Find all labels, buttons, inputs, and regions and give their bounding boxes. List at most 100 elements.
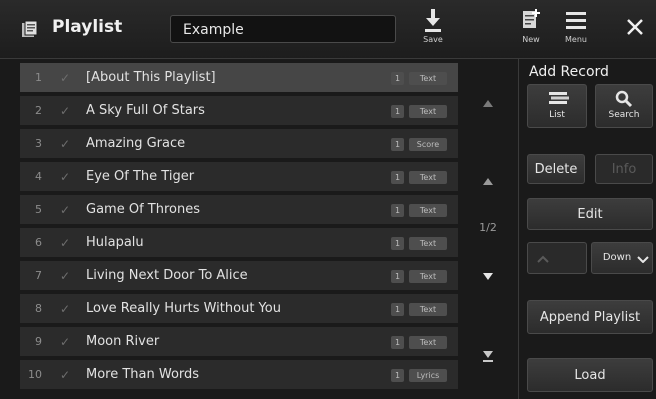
record-count-badge: 1	[391, 336, 404, 349]
list-item[interactable]: 9 ✓ Moon River 1 Text	[20, 327, 458, 358]
check-icon: ✓	[60, 368, 71, 382]
row-number: 1	[35, 71, 42, 84]
type-badge: Score	[409, 138, 447, 151]
row-title: Eye Of The Tiger	[86, 169, 195, 184]
list-item[interactable]: 1 ✓ [About This Playlist] 1 Text	[20, 63, 458, 94]
delete-button[interactable]: Delete	[527, 154, 585, 184]
check-icon: ✓	[60, 203, 71, 217]
check-icon: ✓	[60, 104, 71, 118]
save-button[interactable]: Save	[418, 8, 448, 44]
row-number: 8	[35, 302, 42, 315]
record-count-badge: 1	[391, 204, 404, 217]
delete-label: Delete	[534, 162, 578, 177]
type-badge: Text	[409, 204, 447, 217]
list-item[interactable]: 6 ✓ Hulapalu 1 Text	[20, 228, 458, 259]
page-up-icon[interactable]	[466, 175, 510, 187]
row-title: Amazing Grace	[86, 136, 186, 151]
side-panel: Add Record List Search Delete Info Edit …	[518, 58, 656, 399]
check-icon: ✓	[60, 137, 71, 151]
row-title: Love Really Hurts Without You	[86, 301, 281, 316]
edit-label: Edit	[577, 207, 603, 222]
record-count-badge: 1	[391, 369, 404, 382]
list-icon	[549, 92, 569, 104]
top-bar: Playlist Example Save New Menu	[0, 0, 656, 59]
check-icon: ✓	[60, 335, 71, 349]
row-number: 10	[28, 368, 42, 381]
new-button[interactable]: New	[519, 8, 543, 44]
record-count-badge: 1	[391, 138, 404, 151]
row-number: 5	[35, 203, 42, 216]
row-title: Moon River	[86, 334, 160, 349]
check-icon: ✓	[60, 71, 71, 85]
info-label: Info	[611, 162, 637, 177]
row-title: A Sky Full Of Stars	[86, 103, 205, 118]
type-badge: Text	[409, 237, 447, 250]
load-label: Load	[574, 368, 606, 383]
row-title: Hulapalu	[86, 235, 144, 250]
record-count-badge: 1	[391, 105, 404, 118]
type-badge: Text	[409, 303, 447, 316]
append-playlist-button[interactable]: Append Playlist	[527, 300, 653, 334]
playlist-list: 1 ✓ [About This Playlist] 1 Text 2 ✓ A S…	[20, 63, 458, 393]
close-icon[interactable]	[622, 14, 648, 40]
page-indicator: 1/2	[479, 221, 497, 234]
row-title: [About This Playlist]	[86, 70, 216, 85]
row-number: 6	[35, 236, 42, 249]
row-title: More Than Words	[86, 367, 200, 382]
check-icon: ✓	[60, 269, 71, 283]
save-icon	[425, 9, 441, 32]
menu-button[interactable]: Menu	[561, 8, 591, 44]
add-by-search-button[interactable]: Search	[595, 84, 653, 128]
save-label: Save	[423, 35, 443, 44]
list-item[interactable]: 3 ✓ Amazing Grace 1 Score	[20, 129, 458, 160]
check-icon: ✓	[60, 170, 71, 184]
playlist-icon	[22, 20, 38, 37]
menu-icon	[566, 12, 586, 29]
search-icon	[615, 90, 633, 108]
list-item[interactable]: 8 ✓ Love Really Hurts Without You 1 Text	[20, 294, 458, 325]
row-number: 2	[35, 104, 42, 117]
type-badge: Text	[409, 72, 447, 85]
record-count-badge: 1	[391, 171, 404, 184]
add-record-title: Add Record	[529, 64, 609, 80]
record-count-badge: 1	[391, 72, 404, 85]
row-number: 9	[35, 335, 42, 348]
list-item[interactable]: 2 ✓ A Sky Full Of Stars 1 Text	[20, 96, 458, 127]
add-from-list-button[interactable]: List	[527, 84, 587, 128]
playlist-name-field[interactable]: Example	[170, 15, 396, 43]
check-icon: ✓	[60, 302, 71, 316]
record-count-badge: 1	[391, 237, 404, 250]
check-icon: ✓	[60, 236, 71, 250]
scroll-top-icon[interactable]	[466, 97, 510, 109]
load-button[interactable]: Load	[527, 358, 653, 392]
row-title: Game Of Thrones	[86, 202, 200, 217]
list-item[interactable]: 4 ✓ Eye Of The Tiger 1 Text	[20, 162, 458, 193]
move-up-button[interactable]	[527, 242, 587, 274]
type-badge: Text	[409, 270, 447, 283]
list-label: List	[549, 110, 565, 120]
list-item[interactable]: 10 ✓ More Than Words 1 Lyrics	[20, 360, 458, 391]
type-badge: Text	[409, 171, 447, 184]
row-number: 7	[35, 269, 42, 282]
type-badge: Text	[409, 105, 447, 118]
page-down-icon[interactable]	[466, 271, 510, 283]
page-title: Playlist	[52, 17, 123, 37]
new-label: New	[522, 35, 540, 44]
menu-label: Menu	[565, 35, 587, 44]
chevron-down-icon	[637, 256, 649, 263]
edit-button[interactable]: Edit	[527, 198, 653, 230]
row-number: 3	[35, 137, 42, 150]
record-count-badge: 1	[391, 270, 404, 283]
list-item[interactable]: 7 ✓ Living Next Door To Alice 1 Text	[20, 261, 458, 292]
move-down-button[interactable]: Down	[591, 242, 653, 274]
chevron-up-icon	[537, 255, 549, 263]
type-badge: Lyrics	[409, 369, 447, 382]
list-item[interactable]: 5 ✓ Game Of Thrones 1 Text	[20, 195, 458, 226]
search-label: Search	[608, 110, 640, 120]
scroll-bottom-icon[interactable]	[466, 349, 510, 363]
info-button[interactable]: Info	[595, 154, 653, 184]
append-playlist-label: Append Playlist	[539, 310, 641, 325]
row-title: Living Next Door To Alice	[86, 268, 248, 283]
new-icon	[523, 9, 540, 28]
list-scroll-controls: 1/2	[466, 63, 510, 393]
